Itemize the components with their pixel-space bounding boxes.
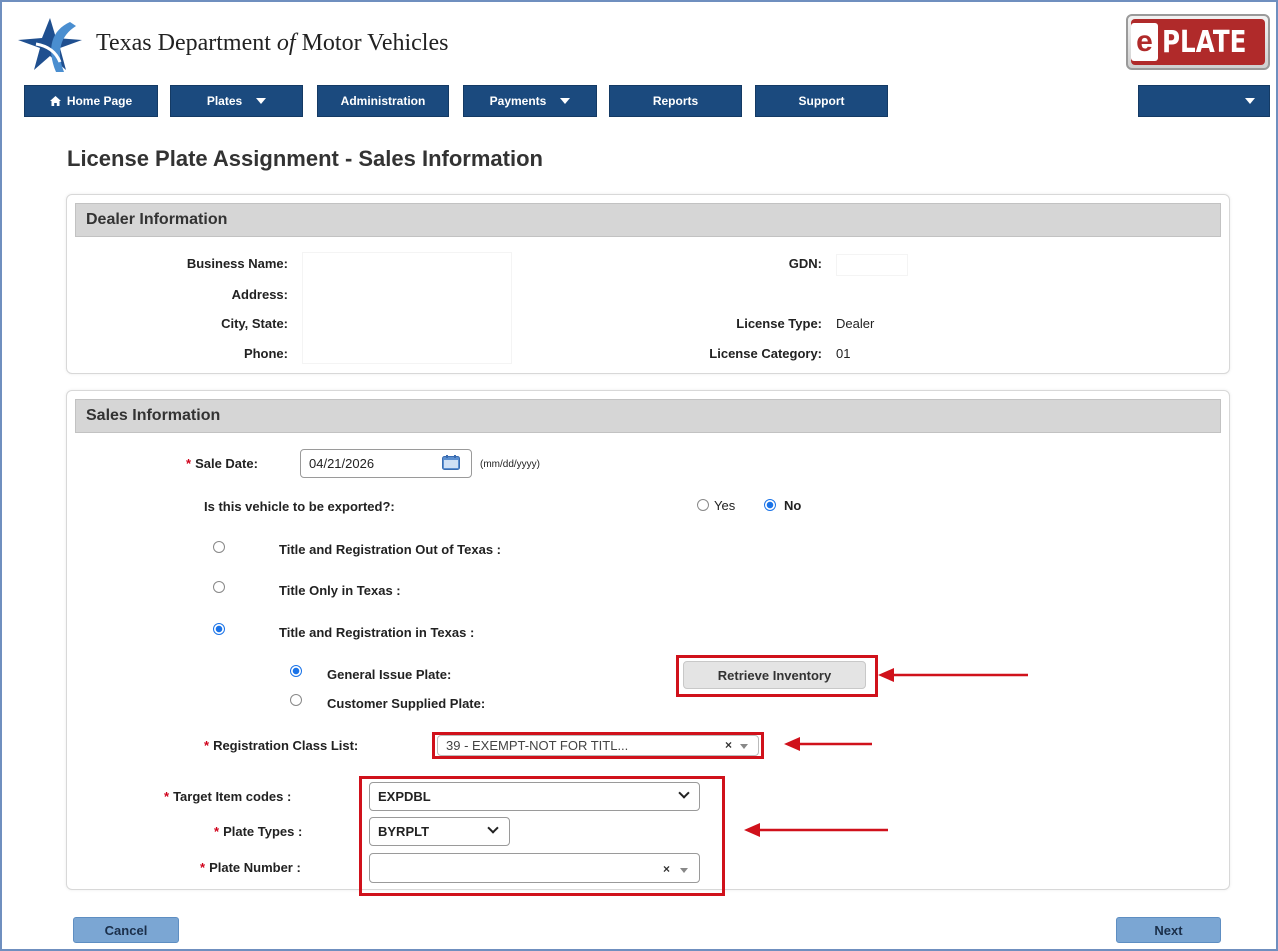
title-only-radio[interactable] [213, 581, 225, 593]
clear-icon[interactable]: × [725, 738, 732, 752]
registration-class-label: * Registration Class List: [204, 738, 358, 753]
export-no-label: No [784, 498, 802, 513]
eplate-logo: e PLATE [1126, 14, 1270, 70]
dealer-information-heading: Dealer Information [75, 203, 1221, 237]
next-button[interactable]: Next [1116, 917, 1221, 943]
title-reg-texas-label: Title and Registration in Texas : [279, 625, 475, 640]
address-label: Address: [231, 287, 288, 302]
target-item-value: EXPDBL [378, 789, 431, 804]
target-item-label: * Target Item codes : [164, 789, 291, 804]
nav-payments[interactable]: Payments [463, 85, 597, 117]
export-yes-radio[interactable] [697, 499, 709, 511]
title-reg-texas-radio[interactable] [213, 623, 225, 635]
sale-date-label: * Sale Date: [186, 456, 258, 471]
chevron-down-icon [560, 98, 571, 104]
sale-date-value: 04/21/2026 [309, 456, 375, 471]
license-type-value: Dealer [836, 316, 875, 331]
eplate-logo-text: PLATE [1162, 24, 1247, 60]
nav-payments-label: Payments [489, 94, 547, 108]
agency-name: Texas Department of Motor Vehicles [96, 30, 449, 56]
nav-reports[interactable]: Reports [609, 85, 742, 117]
plate-types-label: * Plate Types : [214, 824, 302, 839]
nav-home-page[interactable]: Home Page [24, 85, 158, 117]
general-issue-plate-label: General Issue Plate: [327, 667, 452, 682]
target-item-label-text: Target Item codes : [173, 789, 292, 804]
nav-plates-label: Plates [206, 94, 243, 108]
chevron-down-icon [740, 744, 748, 749]
required-mark: * [204, 738, 210, 753]
chevron-down-icon [680, 868, 688, 873]
plate-number-select[interactable] [369, 853, 700, 883]
title-only-label: Title Only in Texas : [279, 583, 401, 598]
clear-icon[interactable]: × [663, 862, 670, 876]
license-category-label: License Category: [709, 346, 822, 361]
export-no-radio[interactable] [764, 499, 776, 511]
chevron-down-icon [1245, 98, 1255, 104]
annotation-arrow-icon [878, 668, 1028, 682]
required-mark: * [214, 824, 220, 839]
out-of-texas-radio[interactable] [213, 541, 225, 553]
plate-types-select[interactable]: BYRPLT [369, 817, 510, 846]
eplate-logo-e: e [1131, 23, 1159, 61]
license-type-label: License Type: [736, 316, 822, 331]
nav-administration[interactable]: Administration [317, 85, 449, 117]
export-question-label: Is this vehicle to be exported?: [204, 499, 395, 514]
nav-support-label: Support [798, 94, 845, 108]
export-yes-label: Yes [714, 498, 736, 513]
sale-date-label-text: Sale Date: [195, 456, 258, 471]
nav-user-menu[interactable] [1138, 85, 1270, 117]
nav-support[interactable]: Support [755, 85, 888, 117]
customer-supplied-plate-radio[interactable] [290, 694, 302, 706]
license-category-value: 01 [836, 346, 851, 361]
page-title: License Plate Assignment - Sales Informa… [67, 146, 543, 171]
annotation-arrow-icon [784, 737, 872, 751]
out-of-texas-label: Title and Registration Out of Texas : [279, 542, 501, 557]
registration-class-label-text: Registration Class List: [213, 738, 359, 753]
nav-administration-label: Administration [340, 94, 426, 108]
redacted-gdn-value [836, 254, 908, 276]
home-icon [49, 96, 61, 106]
txdmv-star-logo-icon [18, 18, 82, 72]
customer-supplied-plate-label: Customer Supplied Plate: [327, 696, 486, 711]
plate-types-value: BYRPLT [378, 824, 430, 839]
cancel-button[interactable]: Cancel [73, 917, 179, 943]
nav-plates[interactable]: Plates [170, 85, 303, 117]
gdn-label: GDN: [788, 256, 822, 271]
registration-class-value: 39 - EXEMPT-NOT FOR TITL... [446, 738, 629, 753]
required-mark: * [200, 860, 206, 875]
registration-class-select[interactable]: 39 - EXEMPT-NOT FOR TITL... [437, 735, 759, 756]
business-name-label: Business Name: [186, 256, 288, 271]
phone-label: Phone: [243, 346, 288, 361]
main-nav: Home Page Plates Administration Payments… [0, 85, 1278, 119]
sale-date-hint: (mm/dd/yyyy) [480, 459, 540, 470]
plate-types-label-text: Plate Types : [223, 824, 303, 839]
nav-reports-label: Reports [652, 94, 699, 108]
required-mark: * [186, 456, 192, 471]
city-state-label: City, State: [221, 316, 288, 331]
sales-information-heading: Sales Information [75, 399, 1221, 433]
plate-number-label: * Plate Number : [200, 860, 301, 875]
redacted-dealer-details [302, 252, 512, 364]
plate-number-label-text: Plate Number : [209, 860, 301, 875]
target-item-select[interactable]: EXPDBL [369, 782, 700, 811]
chevron-down-icon [256, 98, 267, 104]
annotation-arrow-icon [744, 823, 888, 837]
required-mark: * [164, 789, 170, 804]
retrieve-inventory-button[interactable]: Retrieve Inventory [683, 661, 866, 689]
nav-home-label: Home Page [66, 94, 133, 108]
general-issue-plate-radio[interactable] [290, 665, 302, 677]
calendar-icon[interactable] [442, 455, 460, 470]
